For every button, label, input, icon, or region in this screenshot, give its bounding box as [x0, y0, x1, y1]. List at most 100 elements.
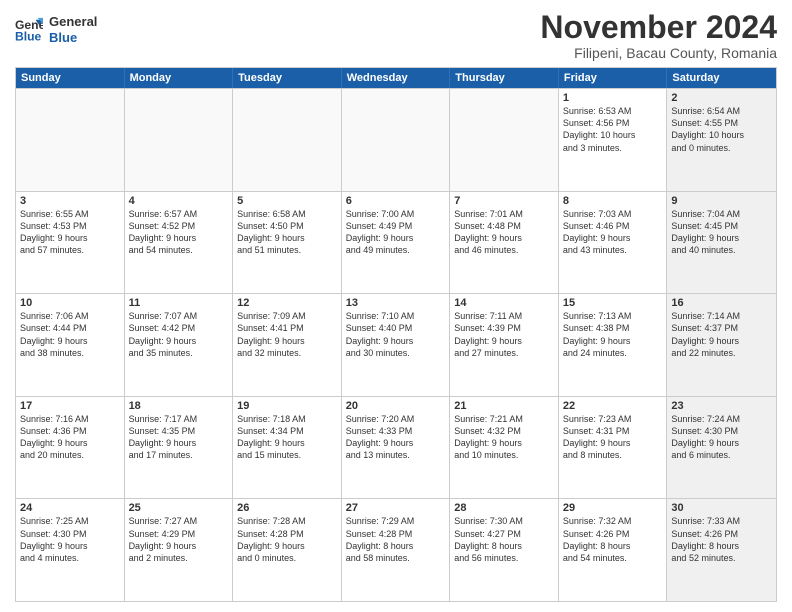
day-number: 24	[20, 502, 120, 514]
header-day-tuesday: Tuesday	[233, 68, 342, 88]
day-number: 27	[346, 502, 446, 514]
header-day-wednesday: Wednesday	[342, 68, 451, 88]
day-info: Sunrise: 7:33 AM Sunset: 4:26 PM Dayligh…	[671, 515, 772, 564]
cal-cell-24: 24Sunrise: 7:25 AM Sunset: 4:30 PM Dayli…	[16, 499, 125, 601]
day-number: 28	[454, 502, 554, 514]
cal-cell-empty-4	[450, 89, 559, 191]
day-number: 13	[346, 297, 446, 309]
calendar-body: 1Sunrise: 6:53 AM Sunset: 4:56 PM Daylig…	[16, 88, 776, 601]
cal-cell-27: 27Sunrise: 7:29 AM Sunset: 4:28 PM Dayli…	[342, 499, 451, 601]
cal-cell-8: 8Sunrise: 7:03 AM Sunset: 4:46 PM Daylig…	[559, 192, 668, 294]
logo-line1: General	[49, 14, 97, 30]
cal-cell-5: 5Sunrise: 6:58 AM Sunset: 4:50 PM Daylig…	[233, 192, 342, 294]
day-info: Sunrise: 7:29 AM Sunset: 4:28 PM Dayligh…	[346, 515, 446, 564]
cal-cell-4: 4Sunrise: 6:57 AM Sunset: 4:52 PM Daylig…	[125, 192, 234, 294]
cal-cell-6: 6Sunrise: 7:00 AM Sunset: 4:49 PM Daylig…	[342, 192, 451, 294]
day-number: 15	[563, 297, 663, 309]
day-number: 18	[129, 400, 229, 412]
day-info: Sunrise: 6:53 AM Sunset: 4:56 PM Dayligh…	[563, 105, 663, 154]
day-info: Sunrise: 7:07 AM Sunset: 4:42 PM Dayligh…	[129, 310, 229, 359]
day-number: 10	[20, 297, 120, 309]
cal-cell-23: 23Sunrise: 7:24 AM Sunset: 4:30 PM Dayli…	[667, 397, 776, 499]
cal-cell-30: 30Sunrise: 7:33 AM Sunset: 4:26 PM Dayli…	[667, 499, 776, 601]
cal-cell-21: 21Sunrise: 7:21 AM Sunset: 4:32 PM Dayli…	[450, 397, 559, 499]
day-info: Sunrise: 7:18 AM Sunset: 4:34 PM Dayligh…	[237, 413, 337, 462]
logo: General Blue General Blue	[15, 14, 97, 45]
day-number: 23	[671, 400, 772, 412]
cal-cell-7: 7Sunrise: 7:01 AM Sunset: 4:48 PM Daylig…	[450, 192, 559, 294]
calendar: SundayMondayTuesdayWednesdayThursdayFrid…	[15, 67, 777, 602]
day-info: Sunrise: 7:23 AM Sunset: 4:31 PM Dayligh…	[563, 413, 663, 462]
cal-cell-10: 10Sunrise: 7:06 AM Sunset: 4:44 PM Dayli…	[16, 294, 125, 396]
day-info: Sunrise: 7:16 AM Sunset: 4:36 PM Dayligh…	[20, 413, 120, 462]
day-number: 11	[129, 297, 229, 309]
calendar-row-0: 1Sunrise: 6:53 AM Sunset: 4:56 PM Daylig…	[16, 88, 776, 191]
day-number: 8	[563, 195, 663, 207]
day-info: Sunrise: 6:57 AM Sunset: 4:52 PM Dayligh…	[129, 208, 229, 257]
day-info: Sunrise: 7:25 AM Sunset: 4:30 PM Dayligh…	[20, 515, 120, 564]
day-number: 21	[454, 400, 554, 412]
title-block: November 2024 Filipeni, Bacau County, Ro…	[540, 10, 777, 61]
day-info: Sunrise: 7:00 AM Sunset: 4:49 PM Dayligh…	[346, 208, 446, 257]
day-info: Sunrise: 7:09 AM Sunset: 4:41 PM Dayligh…	[237, 310, 337, 359]
day-number: 30	[671, 502, 772, 514]
day-number: 19	[237, 400, 337, 412]
cal-cell-26: 26Sunrise: 7:28 AM Sunset: 4:28 PM Dayli…	[233, 499, 342, 601]
day-info: Sunrise: 7:01 AM Sunset: 4:48 PM Dayligh…	[454, 208, 554, 257]
day-number: 16	[671, 297, 772, 309]
day-info: Sunrise: 7:30 AM Sunset: 4:27 PM Dayligh…	[454, 515, 554, 564]
cal-cell-15: 15Sunrise: 7:13 AM Sunset: 4:38 PM Dayli…	[559, 294, 668, 396]
day-info: Sunrise: 7:24 AM Sunset: 4:30 PM Dayligh…	[671, 413, 772, 462]
logo-line2: Blue	[49, 30, 97, 46]
day-info: Sunrise: 7:17 AM Sunset: 4:35 PM Dayligh…	[129, 413, 229, 462]
header-day-saturday: Saturday	[667, 68, 776, 88]
cal-cell-2: 2Sunrise: 6:54 AM Sunset: 4:55 PM Daylig…	[667, 89, 776, 191]
day-number: 4	[129, 195, 229, 207]
cal-cell-1: 1Sunrise: 6:53 AM Sunset: 4:56 PM Daylig…	[559, 89, 668, 191]
day-number: 29	[563, 502, 663, 514]
day-number: 22	[563, 400, 663, 412]
cal-cell-22: 22Sunrise: 7:23 AM Sunset: 4:31 PM Dayli…	[559, 397, 668, 499]
day-number: 20	[346, 400, 446, 412]
cal-cell-19: 19Sunrise: 7:18 AM Sunset: 4:34 PM Dayli…	[233, 397, 342, 499]
page-header: General Blue General Blue November 2024 …	[15, 10, 777, 61]
cal-cell-16: 16Sunrise: 7:14 AM Sunset: 4:37 PM Dayli…	[667, 294, 776, 396]
day-info: Sunrise: 7:21 AM Sunset: 4:32 PM Dayligh…	[454, 413, 554, 462]
cal-cell-29: 29Sunrise: 7:32 AM Sunset: 4:26 PM Dayli…	[559, 499, 668, 601]
header-day-sunday: Sunday	[16, 68, 125, 88]
svg-text:Blue: Blue	[15, 29, 42, 43]
calendar-row-4: 24Sunrise: 7:25 AM Sunset: 4:30 PM Dayli…	[16, 498, 776, 601]
day-info: Sunrise: 7:13 AM Sunset: 4:38 PM Dayligh…	[563, 310, 663, 359]
day-info: Sunrise: 6:58 AM Sunset: 4:50 PM Dayligh…	[237, 208, 337, 257]
cal-cell-3: 3Sunrise: 6:55 AM Sunset: 4:53 PM Daylig…	[16, 192, 125, 294]
calendar-row-2: 10Sunrise: 7:06 AM Sunset: 4:44 PM Dayli…	[16, 293, 776, 396]
day-number: 3	[20, 195, 120, 207]
day-number: 9	[671, 195, 772, 207]
day-info: Sunrise: 7:11 AM Sunset: 4:39 PM Dayligh…	[454, 310, 554, 359]
cal-cell-14: 14Sunrise: 7:11 AM Sunset: 4:39 PM Dayli…	[450, 294, 559, 396]
subtitle: Filipeni, Bacau County, Romania	[540, 45, 777, 61]
day-number: 5	[237, 195, 337, 207]
day-info: Sunrise: 6:55 AM Sunset: 4:53 PM Dayligh…	[20, 208, 120, 257]
cal-cell-20: 20Sunrise: 7:20 AM Sunset: 4:33 PM Dayli…	[342, 397, 451, 499]
cal-cell-13: 13Sunrise: 7:10 AM Sunset: 4:40 PM Dayli…	[342, 294, 451, 396]
cal-cell-empty-1	[125, 89, 234, 191]
cal-cell-28: 28Sunrise: 7:30 AM Sunset: 4:27 PM Dayli…	[450, 499, 559, 601]
day-info: Sunrise: 7:03 AM Sunset: 4:46 PM Dayligh…	[563, 208, 663, 257]
day-info: Sunrise: 7:14 AM Sunset: 4:37 PM Dayligh…	[671, 310, 772, 359]
main-title: November 2024	[540, 10, 777, 45]
cal-cell-empty-0	[16, 89, 125, 191]
day-number: 7	[454, 195, 554, 207]
cal-cell-empty-3	[342, 89, 451, 191]
day-number: 12	[237, 297, 337, 309]
day-info: Sunrise: 7:10 AM Sunset: 4:40 PM Dayligh…	[346, 310, 446, 359]
day-number: 26	[237, 502, 337, 514]
calendar-row-3: 17Sunrise: 7:16 AM Sunset: 4:36 PM Dayli…	[16, 396, 776, 499]
header-day-monday: Monday	[125, 68, 234, 88]
cal-cell-25: 25Sunrise: 7:27 AM Sunset: 4:29 PM Dayli…	[125, 499, 234, 601]
cal-cell-11: 11Sunrise: 7:07 AM Sunset: 4:42 PM Dayli…	[125, 294, 234, 396]
day-number: 25	[129, 502, 229, 514]
day-info: Sunrise: 7:28 AM Sunset: 4:28 PM Dayligh…	[237, 515, 337, 564]
cal-cell-17: 17Sunrise: 7:16 AM Sunset: 4:36 PM Dayli…	[16, 397, 125, 499]
day-info: Sunrise: 7:32 AM Sunset: 4:26 PM Dayligh…	[563, 515, 663, 564]
